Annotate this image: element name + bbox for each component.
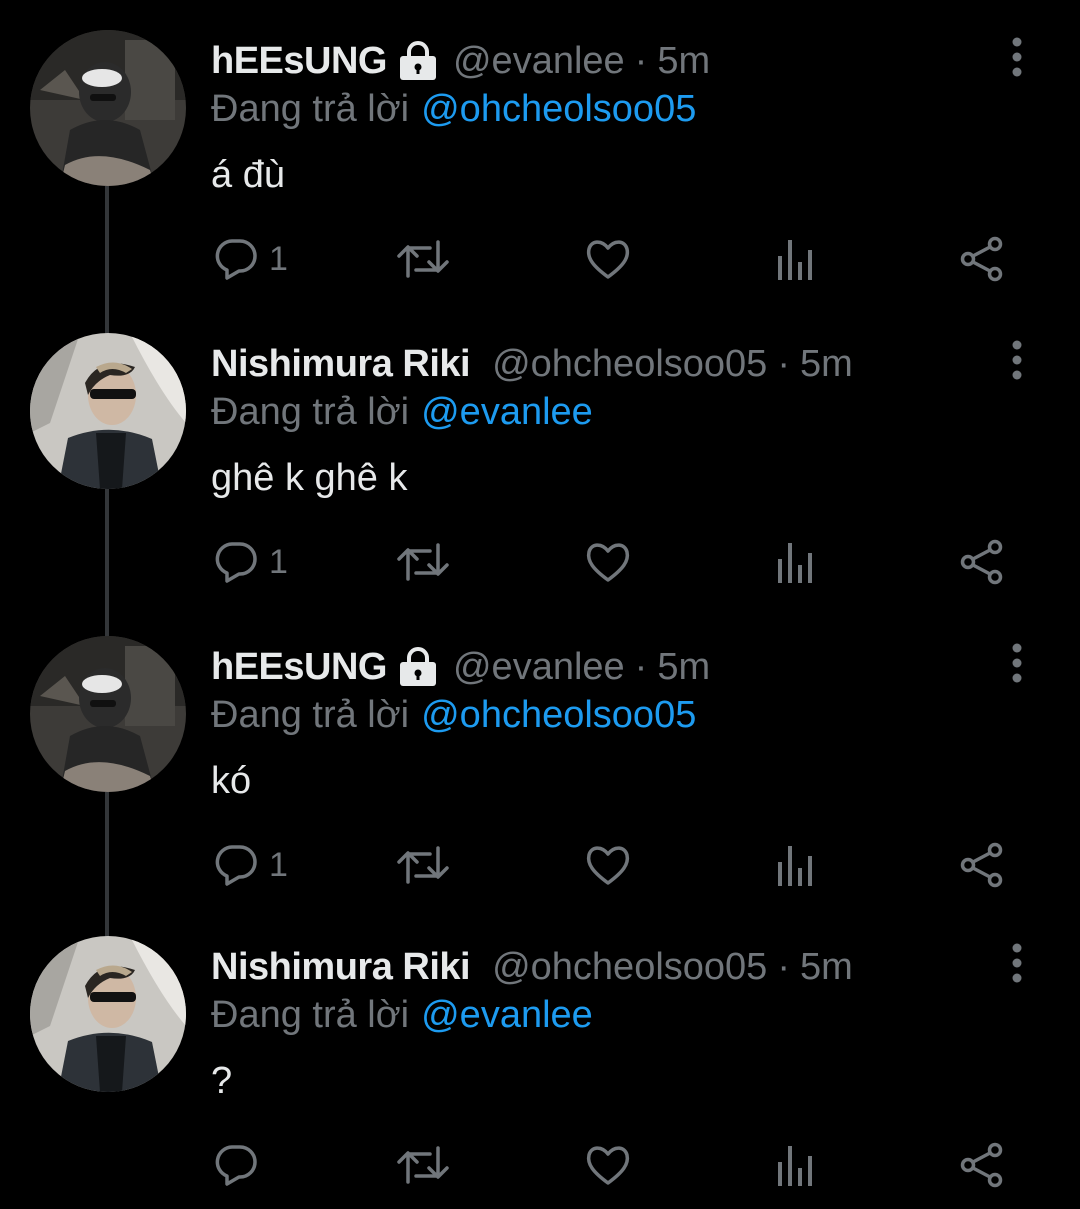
- replying-to: Đang trả lời @evanlee: [211, 992, 593, 1038]
- tweet-actions: [0, 1136, 1080, 1194]
- avatar[interactable]: [30, 333, 186, 489]
- retweet-button[interactable]: [396, 533, 450, 591]
- avatar[interactable]: [30, 636, 186, 792]
- separator-dot: ·: [777, 343, 790, 385]
- reply-count: 1: [269, 240, 288, 278]
- display-name[interactable]: hEEsUNG: [211, 644, 387, 690]
- display-name[interactable]: hEEsUNG: [211, 38, 387, 84]
- display-name[interactable]: Nishimura Riki: [211, 341, 471, 387]
- replying-to-mention[interactable]: @evanlee: [421, 994, 593, 1036]
- retweet-icon: [397, 846, 449, 884]
- share-button[interactable]: [959, 836, 1005, 894]
- heart-icon: [586, 240, 630, 279]
- tweet-text: kó: [211, 760, 252, 802]
- analytics-icon: [778, 846, 812, 886]
- replying-to: Đang trả lời @ohcheolsoo05: [211, 692, 696, 738]
- separator-dot: ·: [634, 40, 648, 82]
- tweet-text: á đù: [211, 154, 285, 196]
- more-vertical-icon[interactable]: [1000, 339, 1034, 381]
- retweet-button[interactable]: [396, 230, 450, 288]
- reply-button[interactable]: 1: [213, 230, 288, 288]
- replying-to-mention[interactable]: @ohcheolsoo05: [421, 694, 696, 736]
- tweet-item[interactable]: Nishimura Riki @ohcheolsoo05 · 5m Đang t…: [0, 303, 1080, 639]
- replying-to: Đang trả lời @ohcheolsoo05: [211, 86, 696, 132]
- display-name[interactable]: Nishimura Riki: [211, 944, 471, 990]
- lock-icon: [399, 647, 436, 686]
- views-button[interactable]: [775, 836, 815, 894]
- retweet-button[interactable]: [396, 1136, 450, 1194]
- user-handle[interactable]: @ohcheolsoo05: [492, 944, 767, 990]
- share-icon: [960, 539, 1003, 585]
- user-handle[interactable]: @evanlee: [453, 644, 625, 690]
- tweet-actions: 1: [0, 836, 1080, 894]
- avatar[interactable]: [30, 30, 186, 186]
- reply-count: 1: [269, 846, 288, 884]
- lock-icon: [399, 41, 436, 80]
- analytics-icon: [778, 543, 812, 583]
- tweet-text: ghê k ghê k: [211, 457, 408, 499]
- avatar[interactable]: [30, 936, 186, 1092]
- more-vertical-icon[interactable]: [1000, 642, 1034, 684]
- tweet-text: ?: [211, 1060, 233, 1102]
- replying-to: Đang trả lời @evanlee: [211, 389, 593, 435]
- timestamp[interactable]: 5m: [800, 944, 853, 990]
- reply-button[interactable]: 1: [213, 533, 288, 591]
- views-button[interactable]: [775, 533, 815, 591]
- reply-icon: [215, 239, 257, 280]
- replying-to-label: Đang trả lời: [211, 391, 410, 433]
- share-icon: [960, 236, 1003, 282]
- timestamp[interactable]: 5m: [657, 644, 710, 690]
- reply-count: 1: [269, 543, 288, 581]
- separator-dot: ·: [634, 646, 648, 688]
- replying-to-label: Đang trả lời: [211, 994, 410, 1036]
- heart-icon: [586, 543, 630, 582]
- avatar-photo: [30, 333, 186, 489]
- retweet-icon: [397, 240, 449, 278]
- like-button[interactable]: [585, 533, 631, 591]
- user-handle[interactable]: @ohcheolsoo05: [492, 341, 767, 387]
- timestamp[interactable]: 5m: [800, 341, 853, 387]
- analytics-icon: [778, 1146, 812, 1186]
- tweet-item[interactable]: hEEsUNG @evanlee · 5m Đang trả lời @ohche…: [0, 0, 1080, 336]
- reply-thread: hEEsUNG @evanlee · 5m Đang trả lời @ohche…: [0, 0, 1080, 1209]
- analytics-icon: [778, 240, 812, 280]
- reply-icon: [215, 542, 257, 583]
- tweet-item[interactable]: hEEsUNG @evanlee · 5m Đang trả lời @ohche…: [0, 606, 1080, 942]
- timestamp[interactable]: 5m: [657, 38, 710, 84]
- tweet-actions: 1: [0, 230, 1080, 288]
- more-vertical-icon[interactable]: [1000, 942, 1034, 984]
- retweet-icon: [397, 1146, 449, 1184]
- share-button[interactable]: [959, 1136, 1005, 1194]
- separator-dot: ·: [777, 946, 790, 988]
- like-button[interactable]: [585, 836, 631, 894]
- heart-icon: [586, 846, 630, 885]
- share-icon: [960, 842, 1003, 888]
- reply-button[interactable]: 1: [213, 836, 288, 894]
- tweet-item[interactable]: Nishimura Riki @ohcheolsoo05 · 5m Đang t…: [0, 906, 1080, 1209]
- views-button[interactable]: [775, 1136, 815, 1194]
- views-button[interactable]: [775, 230, 815, 288]
- share-icon: [960, 1142, 1003, 1188]
- like-button[interactable]: [585, 230, 631, 288]
- reply-icon: [215, 1145, 257, 1186]
- tweet-actions: 1: [0, 533, 1080, 591]
- retweet-icon: [397, 543, 449, 581]
- share-button[interactable]: [959, 533, 1005, 591]
- replying-to-mention[interactable]: @ohcheolsoo05: [421, 88, 696, 130]
- reply-icon: [215, 845, 257, 886]
- avatar-photo: [30, 936, 186, 1092]
- reply-button[interactable]: [213, 1136, 269, 1194]
- replying-to-label: Đang trả lời: [211, 694, 410, 736]
- share-button[interactable]: [959, 230, 1005, 288]
- more-vertical-icon[interactable]: [1000, 36, 1034, 78]
- retweet-button[interactable]: [396, 836, 450, 894]
- avatar-photo: [30, 30, 186, 186]
- user-handle[interactable]: @evanlee: [453, 38, 625, 84]
- avatar-photo: [30, 636, 186, 792]
- like-button[interactable]: [585, 1136, 631, 1194]
- replying-to-label: Đang trả lời: [211, 88, 410, 130]
- heart-icon: [586, 1146, 630, 1185]
- replying-to-mention[interactable]: @evanlee: [421, 391, 593, 433]
